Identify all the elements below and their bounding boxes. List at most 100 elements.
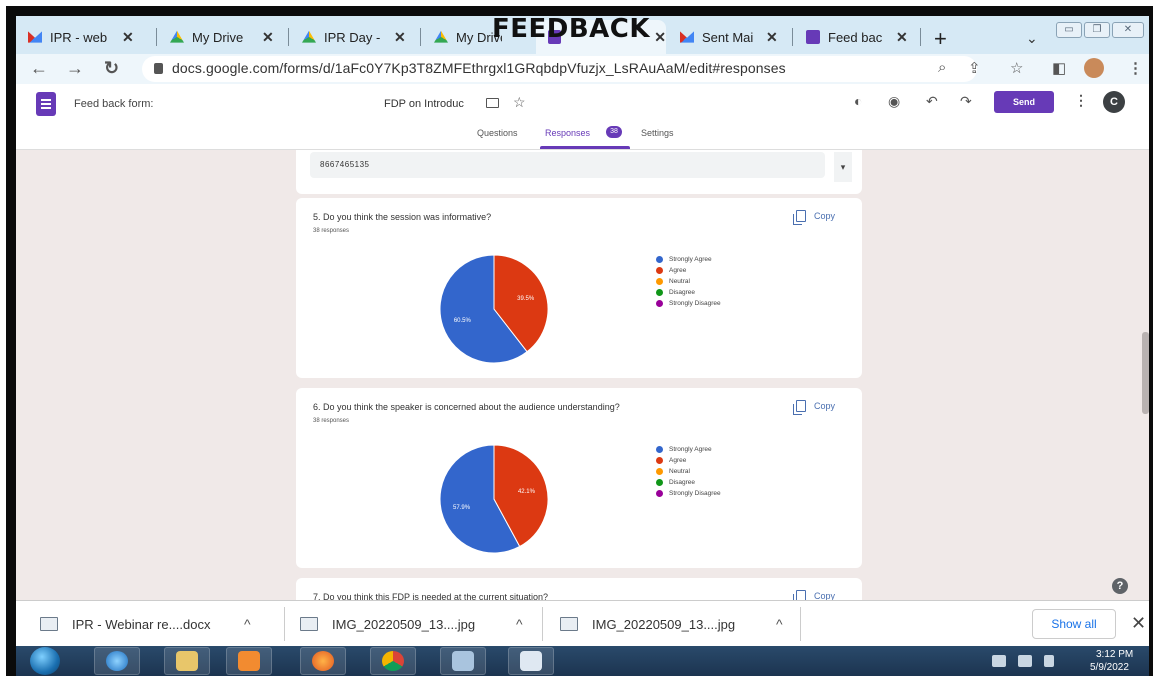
legend-label: Strongly Disagree xyxy=(669,490,721,497)
legend-label: Strongly Agree xyxy=(669,446,712,453)
copy-chart-button[interactable]: Copy xyxy=(793,210,835,225)
close-tab-icon[interactable]: ✕ xyxy=(122,29,134,46)
undo-icon[interactable]: ↶ xyxy=(926,93,938,110)
more-options-icon[interactable]: ⋮ xyxy=(1074,92,1088,109)
drive-icon xyxy=(434,30,448,43)
close-tab-icon[interactable]: ✕ xyxy=(654,29,666,46)
legend-swatch xyxy=(656,479,663,486)
close-tab-icon[interactable]: ✕ xyxy=(896,29,908,46)
gmail-icon xyxy=(28,31,42,43)
account-avatar[interactable]: C xyxy=(1103,91,1125,113)
chart-legend: Strongly Agree Agree Neutral Disagree St… xyxy=(656,444,721,499)
caret-up-icon[interactable]: ^ xyxy=(776,616,783,632)
browser-menu-icon[interactable]: ⋮ xyxy=(1128,59,1143,77)
taskbar-explorer[interactable] xyxy=(164,647,210,675)
taskbar-firefox[interactable] xyxy=(300,647,346,675)
profile-avatar[interactable] xyxy=(1084,58,1104,78)
taskbar-word[interactable] xyxy=(508,647,554,675)
show-all-button[interactable]: Show all xyxy=(1032,609,1116,639)
legend-item: Agree xyxy=(656,265,721,276)
close-window-button[interactable]: ✕ xyxy=(1112,22,1144,38)
palette-icon[interactable]: ◐ xyxy=(854,93,862,109)
tab-questions[interactable]: Questions xyxy=(477,128,518,138)
move-to-folder-icon[interactable] xyxy=(486,98,499,108)
legend-label: Agree xyxy=(669,457,687,464)
taskbar-chrome[interactable] xyxy=(370,647,416,675)
copy-icon xyxy=(793,210,806,225)
tab-divider xyxy=(156,28,157,46)
question-card-6: 6. Do you think the speaker is concerned… xyxy=(296,388,862,568)
download-filename: IMG_20220509_13....jpg xyxy=(332,616,476,632)
caret-up-icon[interactable]: ^ xyxy=(244,616,251,632)
chart-legend: Strongly Agree Agree Neutral Disagree St… xyxy=(656,254,721,309)
close-tab-icon[interactable]: ✕ xyxy=(766,29,778,46)
form-name[interactable]: Feed back form: xyxy=(74,98,153,110)
tab-search-chevron-icon[interactable]: ⌄ xyxy=(1026,30,1038,47)
document-title[interactable]: FDP on Introduc xyxy=(384,98,464,110)
image-file-icon xyxy=(300,617,318,631)
tab-ipr-web[interactable]: IPR - web ✕ xyxy=(16,20,154,54)
image-file-icon xyxy=(560,617,578,631)
minimize-button[interactable]: ▭ xyxy=(1056,22,1082,38)
window-icon xyxy=(452,651,474,671)
bookmark-star-icon[interactable]: ☆ xyxy=(1010,59,1023,77)
download-item[interactable]: IMG_20220509_13....jpg ^ xyxy=(560,601,783,647)
tab-my-drive[interactable]: My Drive ✕ xyxy=(158,20,286,54)
word-icon xyxy=(520,651,542,671)
tab-responses[interactable]: Responses xyxy=(545,128,590,138)
legend-label: Neutral xyxy=(669,468,690,475)
legend-label: Neutral xyxy=(669,278,690,285)
send-button[interactable]: Send xyxy=(994,91,1054,113)
lock-icon[interactable] xyxy=(154,63,163,74)
back-icon[interactable]: ← xyxy=(30,58,48,79)
answer-box: 8667465135 xyxy=(310,152,825,178)
clock-date[interactable]: 5/9/2022 xyxy=(1090,662,1129,673)
scrollbar-thumb[interactable] xyxy=(1142,332,1149,414)
tab-ipr-day[interactable]: IPR Day - ✕ xyxy=(290,20,418,54)
tab-sent-mail[interactable]: Sent Mai ✕ xyxy=(668,20,790,54)
copy-chart-button[interactable]: Copy xyxy=(793,400,835,415)
tab-label: IPR Day - xyxy=(324,29,381,45)
url-text[interactable]: docs.google.com/forms/d/1aFc0Y7Kp3T8ZMFE… xyxy=(172,60,786,76)
reload-icon[interactable]: ↻ xyxy=(104,58,119,79)
tab-settings[interactable]: Settings xyxy=(641,128,674,138)
omnibox[interactable]: docs.google.com/forms/d/1aFc0Y7Kp3T8ZMFE… xyxy=(142,56,977,82)
firefox-icon xyxy=(312,651,334,671)
legend-item: Strongly Agree xyxy=(656,254,721,265)
zoom-icon[interactable]: ⌕ xyxy=(938,59,946,76)
start-button[interactable] xyxy=(30,647,60,675)
download-item[interactable]: IPR - Webinar re....docx ^ xyxy=(40,601,251,647)
redo-icon[interactable]: ↷ xyxy=(960,93,972,110)
tab-feedback-form[interactable]: Feed bac ✕ xyxy=(794,20,918,54)
clock-time[interactable]: 3:12 PM xyxy=(1096,649,1133,660)
address-toolbar: ← → ↻ docs.google.com/forms/d/1aFc0Y7Kp3… xyxy=(16,54,1149,84)
volume-icon[interactable] xyxy=(1044,655,1054,667)
caret-up-icon[interactable]: ^ xyxy=(516,616,523,632)
legend-item: Neutral xyxy=(656,466,721,477)
action-center-icon[interactable] xyxy=(992,655,1006,667)
question-title: 5. Do you think the session was informat… xyxy=(313,212,492,222)
new-tab-button[interactable]: + xyxy=(934,26,947,52)
network-icon[interactable] xyxy=(1018,655,1032,667)
google-forms-icon[interactable] xyxy=(36,92,56,116)
taskbar-media[interactable] xyxy=(226,647,272,675)
side-panel-icon[interactable]: ◧ xyxy=(1052,59,1066,77)
taskbar-ie[interactable] xyxy=(94,647,140,675)
close-shelf-icon[interactable]: ✕ xyxy=(1131,613,1146,634)
taskbar-window[interactable] xyxy=(440,647,486,675)
legend-item: Agree xyxy=(656,455,721,466)
scroll-down-icon[interactable]: ▾ xyxy=(834,152,852,182)
preview-eye-icon[interactable]: ◉ xyxy=(888,93,900,110)
legend-item: Strongly Agree xyxy=(656,444,721,455)
copy-chart-button[interactable]: Copy xyxy=(793,590,835,600)
download-item[interactable]: IMG_20220509_13....jpg ^ xyxy=(300,601,523,647)
star-icon[interactable]: ☆ xyxy=(513,94,526,111)
close-tab-icon[interactable]: ✕ xyxy=(394,29,406,46)
help-icon[interactable]: ? xyxy=(1112,578,1128,594)
legend-swatch xyxy=(656,490,663,497)
close-tab-icon[interactable]: ✕ xyxy=(262,29,274,46)
forward-icon[interactable]: → xyxy=(66,58,84,79)
screenshot-frame: FEEDBACK IPR - web ✕ My Drive ✕ IPR Day … xyxy=(6,6,1153,676)
maximize-button[interactable]: ❐ xyxy=(1084,22,1110,38)
share-icon[interactable]: ⇪ xyxy=(968,59,981,77)
